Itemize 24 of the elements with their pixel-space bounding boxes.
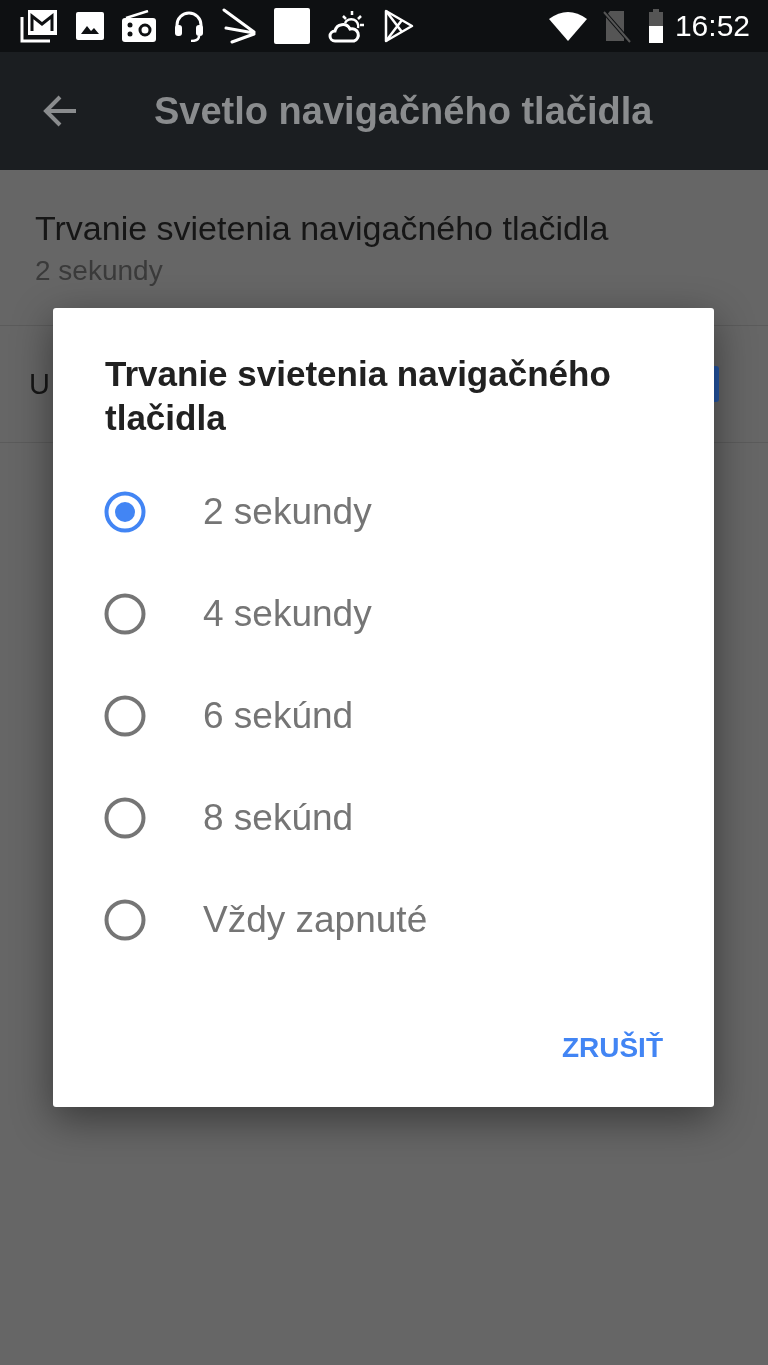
setting-title: U	[29, 367, 50, 402]
mail-icon	[20, 9, 58, 43]
setting-title: Trvanie svietenia navigačného tlačidla	[35, 207, 609, 248]
status-time: 16:52	[674, 8, 750, 44]
arrow-left-icon[interactable]	[42, 93, 78, 129]
cloud-sun-icon	[328, 9, 366, 43]
radio-option[interactable]: Vždy zapnuté	[53, 869, 714, 971]
radio-option[interactable]: 8 sekúnd	[53, 767, 714, 869]
sim-off-icon	[602, 9, 631, 43]
checkbox-edge[interactable]	[714, 366, 719, 402]
app-bar-title: Svetlo navigačného tlačidla	[154, 89, 653, 134]
battery-icon	[648, 9, 663, 43]
image-icon	[76, 12, 104, 40]
radio-option[interactable]: 2 sekundy	[53, 461, 714, 563]
radio-option[interactable]: 4 sekundy	[53, 563, 714, 665]
wifi-icon	[548, 11, 587, 41]
cancel-button[interactable]: ZRUŠIŤ	[549, 1024, 675, 1072]
square-icon	[274, 8, 310, 44]
radio-receiver-icon	[122, 10, 156, 42]
play-triangle-icon	[384, 9, 414, 43]
swoosh-icon	[222, 8, 256, 44]
radio-option[interactable]: 6 sekúnd	[53, 665, 714, 767]
headset-icon	[174, 10, 204, 42]
dialog-title: Trvanie svietenia navigačného tlačidla	[105, 353, 612, 439]
